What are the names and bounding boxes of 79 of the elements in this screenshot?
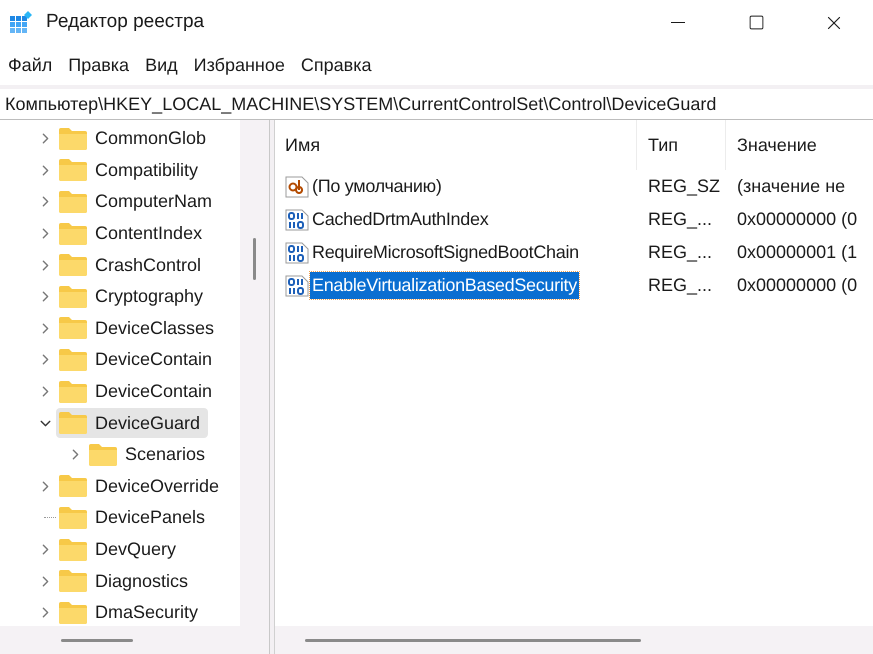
tree-item[interactable]: DeviceContain <box>56 376 220 407</box>
value-name[interactable]: CachedDrtmAuthIndex <box>310 206 490 233</box>
value-name[interactable]: EnableVirtualizationBasedSecurity <box>310 272 579 299</box>
menu-item[interactable]: Избранное <box>186 49 293 81</box>
value-name[interactable]: RequireMicrosoftSignedBootChain <box>310 239 581 266</box>
tree-item-label: DeviceContain <box>95 348 212 372</box>
tree-item[interactable]: Compatibility <box>56 155 206 186</box>
scrollbar-thumb[interactable] <box>253 238 256 280</box>
table-cell-text: 0x00000000 (0 <box>736 208 858 231</box>
tree-item[interactable]: DeviceOverride <box>56 471 228 502</box>
tree-item-label: DeviceGuard <box>95 412 200 435</box>
tree-item-label: CrashControl <box>95 254 202 277</box>
tree-item[interactable]: DeviceContain <box>56 344 220 375</box>
tree-item[interactable]: DmaSecurity <box>56 598 206 626</box>
folder-icon <box>58 538 88 562</box>
folder-icon <box>58 253 88 278</box>
folder-icon <box>58 506 88 530</box>
tree-item[interactable]: Cryptography <box>56 282 212 312</box>
folder-icon <box>58 126 88 151</box>
tree-item[interactable]: DeviceGuard <box>56 408 208 438</box>
menu-item[interactable]: Файл <box>0 49 60 81</box>
tree-item-label: DeviceClasses <box>95 316 214 340</box>
table-cell-text: REG_... <box>647 274 714 297</box>
tree-item-label: DmaSecurity <box>95 601 198 624</box>
tree-item-label: ComputerNam <box>95 190 212 214</box>
registry-app-icon <box>9 10 33 34</box>
tree-item-label: ContentIndex <box>95 222 202 246</box>
table-cell-text: 0x00000000 (0 <box>736 274 858 297</box>
string-value-icon <box>284 174 310 198</box>
folder-icon <box>58 600 88 625</box>
table-cell-text: (значение не <box>736 175 846 198</box>
folder-icon <box>58 474 88 498</box>
folder-icon <box>88 442 118 467</box>
folder-icon <box>58 569 88 594</box>
tree-item[interactable]: Scenarios <box>86 440 214 470</box>
folder-icon <box>58 284 88 309</box>
tree-item[interactable]: DevicePanels <box>56 502 214 533</box>
binary-value-icon <box>284 240 310 264</box>
tree-item-label: DeviceOverride <box>95 474 220 498</box>
folder-icon <box>58 411 88 436</box>
tree-item[interactable]: CommonGlob <box>56 124 214 154</box>
folder-icon <box>58 380 88 404</box>
menu-item[interactable]: Вид <box>137 49 186 81</box>
tree-item[interactable]: Diagnostics <box>56 566 196 596</box>
scrollbar-thumb[interactable] <box>61 638 133 642</box>
menu-item[interactable]: Справка <box>292 49 380 81</box>
minimize-icon <box>671 22 685 24</box>
tree-item-label: Scenarios <box>125 443 206 466</box>
tree-item[interactable]: CrashControl <box>56 250 210 280</box>
tree-item[interactable]: ContentIndex <box>56 218 210 249</box>
tree-item-label: Diagnostics <box>95 570 188 593</box>
folder-icon <box>58 190 88 214</box>
column-header[interactable]: Тип <box>637 120 726 170</box>
tree-item-label: DevQuery <box>95 538 176 562</box>
table-cell-text: REG_... <box>647 241 714 264</box>
tree-item[interactable]: ComputerNam <box>56 186 220 217</box>
column-header[interactable]: Значение <box>726 120 817 170</box>
tree-item-label: Compatibility <box>95 158 198 182</box>
binary-value-icon <box>284 274 310 298</box>
folder-icon <box>58 316 88 340</box>
table-cell-text: REG_SZ <box>647 175 722 198</box>
tree-item-label: DevicePanels <box>95 506 206 530</box>
table-cell-text: 0x00000001 (1 <box>736 241 858 264</box>
maximize-icon <box>748 14 764 31</box>
tree-item-label: CommonGlob <box>95 127 206 150</box>
value-name[interactable]: (По умолчанию) <box>310 173 444 200</box>
window-title: Редактор реестра <box>46 10 204 34</box>
column-header[interactable]: Имя <box>275 120 637 170</box>
tree-item-label: DeviceContain <box>95 380 212 404</box>
tree-item[interactable]: DevQuery <box>56 534 184 565</box>
folder-icon <box>58 348 88 372</box>
menu-item[interactable]: Правка <box>60 49 138 81</box>
folder-icon <box>58 158 88 182</box>
binary-value-icon <box>284 208 310 232</box>
table-cell-text: REG_... <box>647 208 714 231</box>
scrollbar-thumb[interactable] <box>305 638 641 642</box>
tree-item-label: Cryptography <box>95 285 204 308</box>
tree-item[interactable]: DeviceClasses <box>56 313 222 344</box>
folder-icon <box>58 222 88 246</box>
